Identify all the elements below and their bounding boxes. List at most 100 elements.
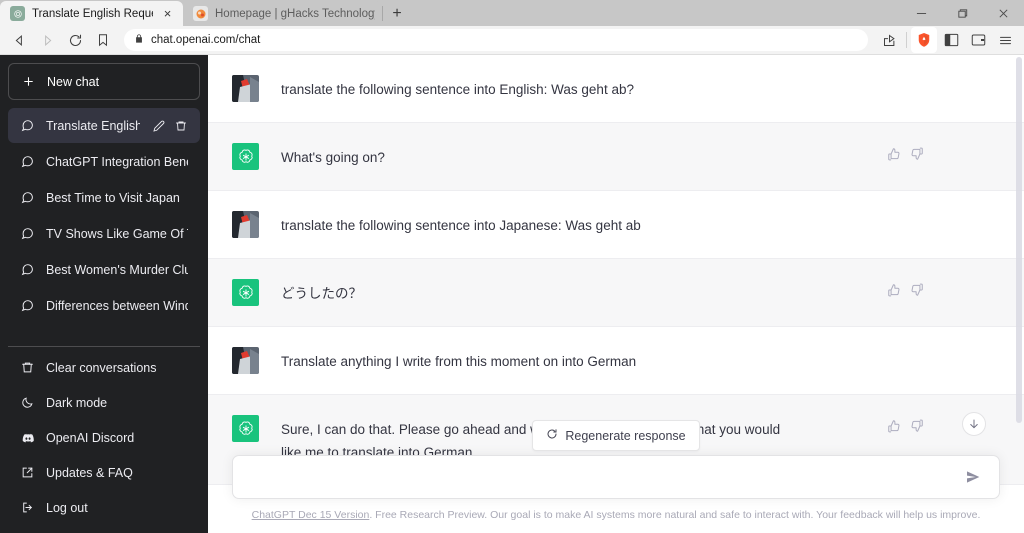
sidebar-item-updates-and-faq[interactable]: Updates & FAQ bbox=[8, 455, 200, 490]
chat-main: translate the following sentence into En… bbox=[208, 55, 1024, 533]
send-arrow-icon[interactable] bbox=[961, 465, 985, 489]
message-row: What's going on? bbox=[208, 123, 1024, 191]
wallet-icon[interactable] bbox=[965, 27, 991, 53]
message-row: translate the following sentence into En… bbox=[208, 55, 1024, 123]
sidebar-item-tv-shows-like-game-of-thron[interactable]: TV Shows Like Game Of Thron bbox=[8, 216, 200, 251]
sidebar-item-label: Clear conversations bbox=[46, 360, 157, 375]
composer-wrapper bbox=[232, 445, 1000, 500]
close-button[interactable] bbox=[983, 0, 1024, 26]
sidebar-item-chatgpt-integration-benefits[interactable]: ChatGPT Integration Benefits bbox=[8, 144, 200, 179]
composer-zone: Regenerate response ChatGPT Dec 15 Versi… bbox=[208, 412, 1024, 533]
user-photo-avatar bbox=[232, 75, 259, 102]
sidebar: New chat Translate English Reque bbox=[0, 55, 208, 533]
user-photo-avatar bbox=[232, 211, 259, 238]
message-row: translate the following sentence into Ja… bbox=[208, 191, 1024, 259]
share-icon[interactable] bbox=[876, 27, 902, 53]
refresh-icon bbox=[546, 428, 558, 443]
tab-translate-english-request[interactable]: Translate English Request × bbox=[0, 1, 183, 26]
composer[interactable] bbox=[232, 455, 1000, 500]
footer-disclaimer: ChatGPT Dec 15 Version. Free Research Pr… bbox=[232, 499, 1000, 533]
back-icon[interactable] bbox=[6, 27, 32, 53]
message-input[interactable] bbox=[247, 469, 961, 485]
sidebar-item-dark-mode[interactable]: Dark mode bbox=[8, 385, 200, 420]
plus-icon bbox=[21, 74, 36, 89]
chat-bubble-icon bbox=[20, 298, 35, 313]
chatgpt-logo-avatar bbox=[232, 143, 259, 170]
sidebar-item-label: Dark mode bbox=[46, 395, 108, 410]
toolbar-divider bbox=[906, 32, 907, 48]
version-link[interactable]: ChatGPT Dec 15 Version bbox=[252, 509, 370, 521]
sidebar-item-differences-between-windows[interactable]: Differences between Windows bbox=[8, 288, 200, 323]
chat-scrollbar[interactable] bbox=[1016, 57, 1022, 423]
disclaimer-text: . Free Research Preview. Our goal is to … bbox=[369, 509, 981, 522]
sidebar-item-label: OpenAI Discord bbox=[46, 430, 135, 445]
user-photo-avatar bbox=[232, 347, 259, 374]
message-feedback-actions bbox=[887, 147, 924, 166]
message-row: どうしたの？ bbox=[208, 259, 1024, 327]
message-text: どうしたの？ bbox=[281, 286, 362, 301]
chatgpt-icon bbox=[10, 6, 25, 21]
sidebar-item-best-time-to-visit-japan[interactable]: Best Time to Visit Japan bbox=[8, 180, 200, 215]
conversation-title: Differences between Windows bbox=[46, 298, 188, 313]
conversation-list: Translate English Reque bbox=[8, 108, 200, 346]
lock-icon bbox=[134, 33, 144, 47]
address-bar[interactable]: chat.openai.com/chat bbox=[124, 29, 868, 51]
message-text: translate the following sentence into En… bbox=[281, 82, 634, 97]
browser-toolbar: chat.openai.com/chat bbox=[0, 26, 1024, 55]
new-chat-button[interactable]: New chat bbox=[8, 63, 200, 100]
conversation-title: ChatGPT Integration Benefits bbox=[46, 154, 188, 169]
trash-icon bbox=[20, 360, 35, 375]
menu-icon[interactable] bbox=[992, 27, 1018, 53]
chat-bubble-icon bbox=[20, 118, 35, 133]
external-link-icon bbox=[20, 465, 35, 480]
message-row: Translate anything I write from this mom… bbox=[208, 327, 1024, 395]
toolbar-right-actions bbox=[876, 27, 1018, 53]
bookmark-icon[interactable] bbox=[90, 27, 116, 53]
thumbs-down-icon[interactable] bbox=[910, 419, 924, 438]
thumbs-up-icon[interactable] bbox=[887, 419, 901, 438]
pencil-icon[interactable] bbox=[151, 118, 166, 133]
sidebar-bottom-nav: Clear conversations Dark mode OpenAI Dis… bbox=[8, 346, 200, 525]
conversation-title: TV Shows Like Game Of Thron bbox=[46, 226, 188, 241]
new-tab-button[interactable]: + bbox=[383, 1, 411, 26]
regenerate-response-button[interactable]: Regenerate response bbox=[532, 420, 700, 452]
conversation-title: Translate English Reque bbox=[46, 118, 140, 133]
message-feedback-actions bbox=[887, 419, 924, 438]
sidebar-item-translate-english-reque[interactable]: Translate English Reque bbox=[8, 108, 200, 143]
sidebar-item-log-out[interactable]: Log out bbox=[8, 490, 200, 525]
message-text: Translate anything I write from this mom… bbox=[281, 354, 637, 369]
conversation-title: Best Women's Murder Club bbox=[46, 262, 188, 277]
sidebar-item-label: Log out bbox=[46, 500, 88, 515]
brave-shields-icon[interactable] bbox=[911, 27, 937, 53]
maximize-button[interactable] bbox=[942, 0, 983, 26]
logout-icon bbox=[20, 500, 35, 515]
sidebar-panel-icon[interactable] bbox=[938, 27, 964, 53]
chat-bubble-icon bbox=[20, 190, 35, 205]
sidebar-item-clear-conversations[interactable]: Clear conversations bbox=[8, 350, 200, 385]
minimize-button[interactable] bbox=[901, 0, 942, 26]
close-icon[interactable]: × bbox=[160, 6, 175, 21]
thumbs-up-icon[interactable] bbox=[887, 147, 901, 166]
moon-icon bbox=[20, 395, 35, 410]
trash-icon[interactable] bbox=[173, 118, 188, 133]
reload-icon[interactable] bbox=[62, 27, 88, 53]
sidebar-item-openai-discord[interactable]: OpenAI Discord bbox=[8, 420, 200, 455]
ghacks-icon bbox=[193, 6, 208, 21]
discord-icon bbox=[20, 430, 35, 445]
chatgpt-logo-avatar bbox=[232, 415, 259, 442]
thumbs-up-icon[interactable] bbox=[887, 283, 901, 302]
conversation-title: Best Time to Visit Japan bbox=[46, 190, 180, 205]
forward-icon[interactable] bbox=[34, 27, 60, 53]
thumbs-down-icon[interactable] bbox=[910, 147, 924, 166]
tab-strip: Translate English Request × Homepage | g… bbox=[0, 0, 1024, 26]
sidebar-item-label: Updates & FAQ bbox=[46, 465, 133, 480]
chat-bubble-icon bbox=[20, 262, 35, 277]
message-feedback-actions bbox=[887, 283, 924, 302]
chat-bubble-icon bbox=[20, 154, 35, 169]
tab-ghacks-homepage[interactable]: Homepage | gHacks Technology News bbox=[183, 1, 383, 26]
regenerate-label: Regenerate response bbox=[565, 428, 686, 443]
browser-window: Translate English Request × Homepage | g… bbox=[0, 0, 1024, 533]
thumbs-down-icon[interactable] bbox=[910, 283, 924, 302]
sidebar-item-best-womens-murder-club[interactable]: Best Women's Murder Club bbox=[8, 252, 200, 287]
message-text: What's going on? bbox=[281, 150, 385, 165]
